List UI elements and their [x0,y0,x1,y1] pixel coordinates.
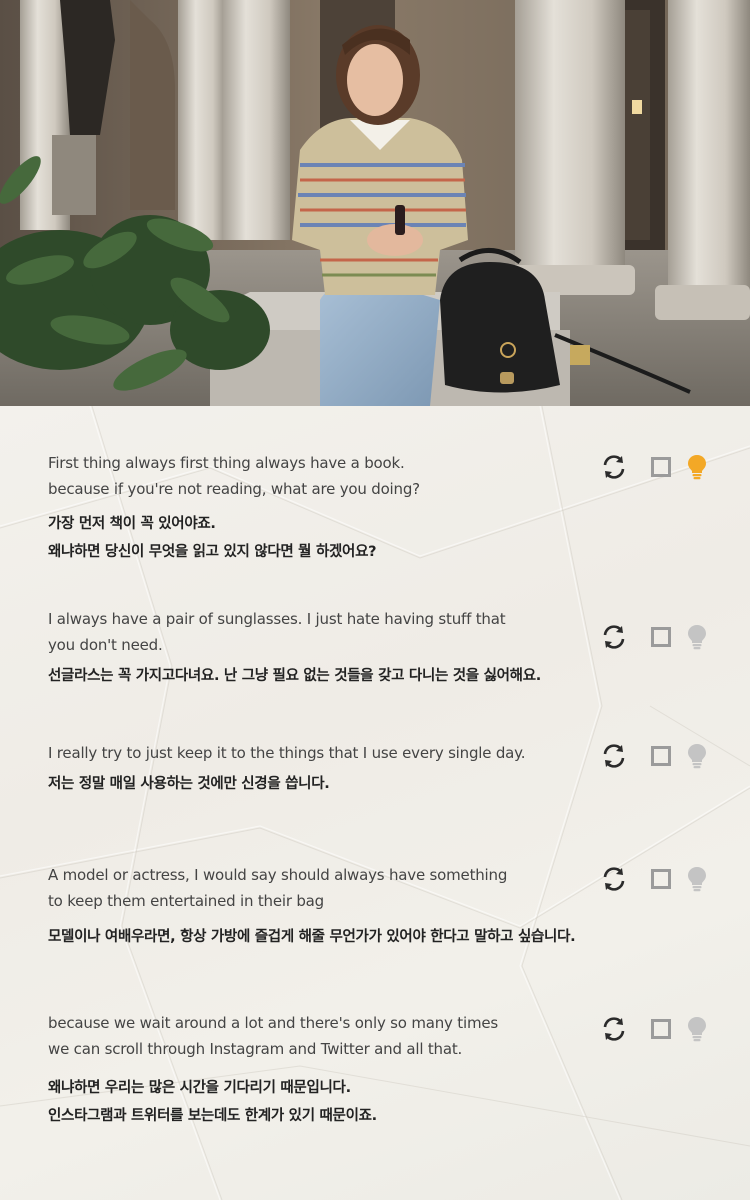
repeat-icon [603,625,625,649]
video-player[interactable] [0,0,750,406]
known-checkbox[interactable] [647,1015,675,1043]
checkbox-icon [651,869,671,889]
repeat-icon [603,455,625,479]
checkbox-icon [651,1019,671,1039]
english-sentence: A model or actress, I would say should a… [48,866,508,910]
english-sentence: I always have a pair of sunglasses. I ju… [48,610,506,654]
sentence-list-panel: First thing always first thing always ha… [0,406,750,1200]
repeat-button[interactable] [600,453,628,481]
repeat-icon [603,1017,625,1041]
hint-button[interactable] [683,865,711,893]
hint-button[interactable] [683,1015,711,1043]
checkbox-icon [651,746,671,766]
korean-translation: 모델이나 여배우라면, 항상 가방에 즐겁게 해줄 무언가가 있어야 한다고 말… [48,929,576,945]
lightbulb-icon [688,455,706,480]
english-sentence: I really try to just keep it to the thin… [48,744,526,762]
lightbulb-icon [688,867,706,892]
checkbox-icon [651,627,671,647]
known-checkbox[interactable] [647,453,675,481]
repeat-button[interactable] [600,623,628,651]
hint-button[interactable] [683,623,711,651]
repeat-button[interactable] [600,742,628,770]
english-sentence: because we wait around a lot and there's… [48,1014,499,1058]
lightbulb-icon [688,1017,706,1042]
korean-translation: 가장 먼저 책이 꼭 있어야죠. 왜냐하면 당신이 무엇을 읽고 있지 않다면 … [48,516,377,560]
known-checkbox[interactable] [647,623,675,651]
repeat-icon [603,744,625,768]
repeat-button[interactable] [600,1015,628,1043]
lightbulb-icon [688,744,706,769]
korean-translation: 왜냐하면 우리는 많은 시간을 기다리기 때문입니다. 인스타그램과 트위터를 … [48,1080,377,1124]
hint-button[interactable] [683,742,711,770]
known-checkbox[interactable] [647,865,675,893]
repeat-icon [603,867,625,891]
lightbulb-icon [688,625,706,650]
video-frame-image [0,0,750,406]
korean-translation: 저는 정말 매일 사용하는 것에만 신경을 씁니다. [48,776,330,792]
hint-button[interactable] [683,453,711,481]
checkbox-icon [651,457,671,477]
repeat-button[interactable] [600,865,628,893]
english-sentence: First thing always first thing always ha… [48,454,420,498]
known-checkbox[interactable] [647,742,675,770]
korean-translation: 선글라스는 꼭 가지고다녀요. 난 그냥 필요 없는 것들을 갖고 다니는 것을… [48,668,541,684]
